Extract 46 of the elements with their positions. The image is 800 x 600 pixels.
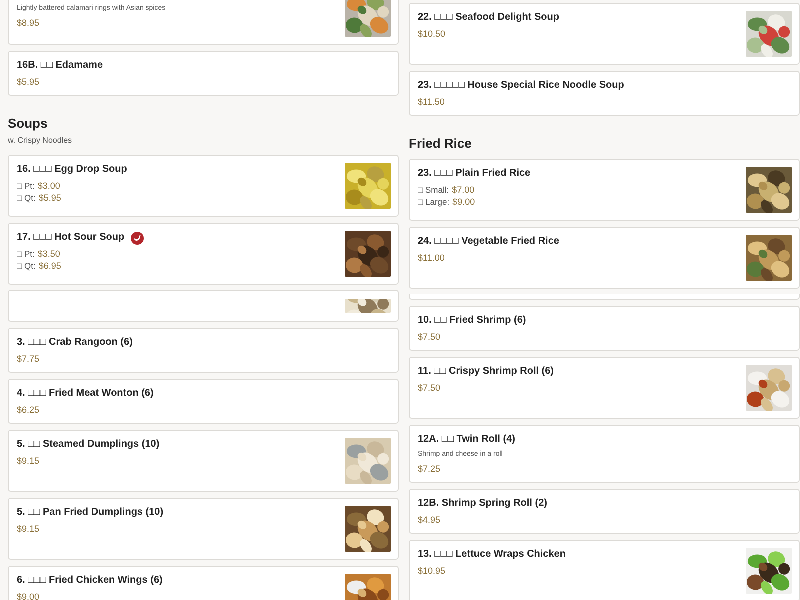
item-price: $9.00 xyxy=(452,196,476,208)
item-name: 3. □□□ Crab Rangoon (6) xyxy=(17,336,133,350)
item-price: $11.50 xyxy=(418,96,446,108)
item-price: $3.00 xyxy=(38,180,60,192)
item-price: $7.50 xyxy=(418,382,442,394)
item-name: 12A. □□ Twin Roll (4) xyxy=(418,433,516,447)
item-name: 5. □□ Steamed Dumplings (10) xyxy=(17,438,160,452)
item-name: 22. □□□ Seafood Delight Soup xyxy=(418,11,560,25)
item-price: $7.25 xyxy=(418,463,442,475)
item-price: $3.50 xyxy=(38,248,60,260)
item-name: 4. □□□ Fried Meat Wonton (6) xyxy=(17,387,154,401)
size-label: □ Qt: xyxy=(17,192,36,204)
item-name: 10. □□ Fried Shrimp (6) xyxy=(418,314,526,328)
size-label: □ Large: xyxy=(418,196,450,208)
item-name: 12B. Shrimp Spring Roll (2) xyxy=(418,497,548,511)
item-price: $4.95 xyxy=(418,514,442,526)
item-name: 23. □□□ Plain Fried Rice xyxy=(418,167,531,181)
item-name: 16B. □□ Edamame xyxy=(17,59,104,73)
item-name: 11. □□ Crispy Shrimp Roll (6) xyxy=(418,365,554,379)
item-price: $10.95 xyxy=(418,565,447,577)
item-price: $6.95 xyxy=(38,260,62,272)
size-label: □ Small: xyxy=(418,184,450,196)
item-price: $9.15 xyxy=(17,523,41,535)
item-price: $7.75 xyxy=(17,353,41,365)
item-name: 13. □□□ Lettuce Wraps Chicken xyxy=(418,548,566,562)
item-name: 16. □□□ Egg Drop Soup xyxy=(17,163,128,177)
section-subtitle: w. Crispy Noodles xyxy=(8,136,74,146)
size-label: □ Pt: xyxy=(17,248,35,260)
item-price: $5.95 xyxy=(17,76,41,88)
item-name: 5. □□ Pan Fried Dumplings (10) xyxy=(17,506,164,520)
item-price: $7.50 xyxy=(418,331,442,343)
item-price: $9.15 xyxy=(17,455,41,467)
item-price: $6.25 xyxy=(17,404,41,416)
item-price: $7.00 xyxy=(452,184,475,196)
size-label: □ Qt: xyxy=(17,260,36,272)
item-name: 23. □□□□□ House Special Rice Noodle Soup xyxy=(418,79,624,93)
section-heading: Fried Rice xyxy=(409,136,473,151)
item-name: 6. □□□ Fried Chicken Wings (6) xyxy=(17,574,163,588)
item-name: 17. □□□ Hot Sour Soup xyxy=(17,231,125,245)
size-label: □ Pt: xyxy=(17,180,35,192)
section-heading: Soups xyxy=(8,116,49,131)
item-price: $8.95 xyxy=(17,17,41,29)
item-price: $11.00 xyxy=(418,252,446,264)
item-name: 24. □□□□ Vegetable Fried Rice xyxy=(418,235,560,249)
item-price: $10.50 xyxy=(418,28,447,40)
item-price: $5.95 xyxy=(38,192,62,204)
